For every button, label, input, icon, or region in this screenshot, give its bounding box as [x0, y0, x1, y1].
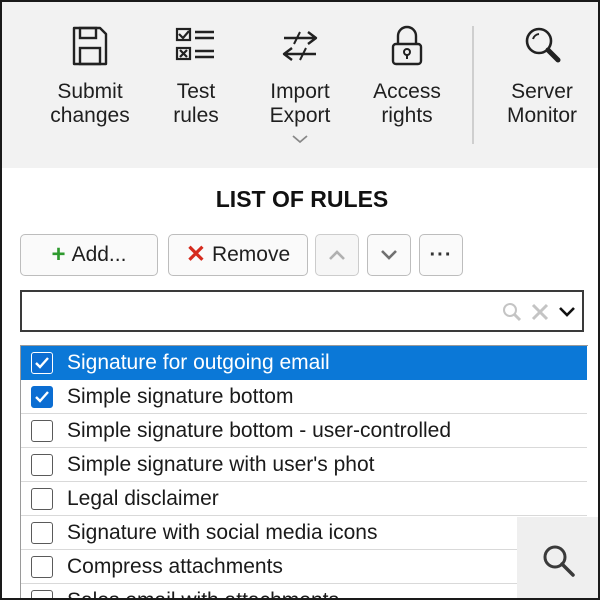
- search-box: [20, 290, 584, 332]
- chevron-down-icon: [381, 250, 397, 260]
- server-monitor-button[interactable]: Server Monitor: [502, 22, 582, 128]
- rule-checkbox[interactable]: [31, 521, 53, 544]
- import-export-arrows-icon: [282, 31, 318, 61]
- rule-checkbox[interactable]: [31, 589, 53, 598]
- access-rights-button[interactable]: Access rights: [364, 22, 450, 128]
- rule-label: Signature with social media icons: [67, 520, 378, 544]
- rule-label: Simple signature bottom: [67, 384, 294, 408]
- magnifier-icon: [525, 27, 561, 63]
- list-item[interactable]: Sales email with attachments: [21, 584, 587, 600]
- rule-checkbox[interactable]: [31, 453, 53, 476]
- chevron-down-icon[interactable]: [291, 134, 309, 144]
- submit-changes-label: Submit changes: [50, 80, 130, 127]
- rule-label: Sales email with attachments: [67, 588, 339, 600]
- test-rules-label: Test rules: [173, 80, 219, 127]
- import-export-label: Import Export: [269, 80, 331, 127]
- page-title: LIST OF RULES: [215, 186, 389, 212]
- rule-label: Legal disclaimer: [67, 486, 219, 510]
- list-item[interactable]: Signature for outgoing email: [21, 346, 587, 380]
- remove-label: Remove: [211, 243, 291, 266]
- zoom-search-button[interactable]: [517, 517, 598, 598]
- rule-checkbox[interactable]: [31, 487, 53, 510]
- ribbon-toolbar: Submit changes Test rules Import Export: [2, 2, 598, 168]
- access-rights-label: Access rights: [373, 80, 441, 127]
- list-item[interactable]: Compress attachments: [21, 550, 587, 584]
- rule-label: Compress attachments: [67, 554, 283, 578]
- plus-icon: +: [51, 241, 66, 268]
- rule-checkbox[interactable]: [31, 385, 53, 408]
- list-item[interactable]: Legal disclaimer: [21, 482, 587, 516]
- submit-changes-button[interactable]: Submit changes: [48, 22, 132, 128]
- search-input[interactable]: [28, 298, 498, 324]
- rule-label: Signature for outgoing email: [67, 350, 330, 374]
- remove-rule-button[interactable]: ✕ Remove: [168, 234, 308, 276]
- floppy-disk-icon: [72, 26, 108, 66]
- list-item[interactable]: Simple signature with user's phot: [21, 448, 587, 482]
- rule-checkbox[interactable]: [31, 351, 53, 374]
- chevron-up-icon: [329, 250, 345, 260]
- move-down-button[interactable]: [367, 234, 411, 276]
- list-item[interactable]: Simple signature bottom - user-controlle…: [21, 414, 587, 448]
- rule-checkbox[interactable]: [31, 419, 53, 442]
- list-item[interactable]: Signature with social media icons: [21, 516, 587, 550]
- move-up-button[interactable]: [315, 234, 359, 276]
- checklist-icon: [175, 27, 214, 61]
- more-label: ···: [429, 243, 453, 266]
- chevron-down-icon[interactable]: [558, 305, 576, 319]
- checkmark-icon: [35, 390, 49, 403]
- test-rules-button[interactable]: Test rules: [160, 22, 232, 128]
- app-window: Submit changes Test rules Import Export: [0, 0, 600, 600]
- rules-list: Signature for outgoing email Simple signa…: [20, 345, 588, 600]
- rule-label: Simple signature with user's phot: [67, 452, 375, 476]
- rule-label: Simple signature bottom - user-controlle…: [67, 418, 452, 442]
- import-export-button[interactable]: Import Export: [262, 22, 338, 144]
- magnifier-icon: [543, 545, 575, 577]
- search-icon: [503, 303, 522, 322]
- more-options-button[interactable]: ···: [419, 234, 463, 276]
- add-rule-button[interactable]: + Add...: [20, 234, 158, 276]
- list-item[interactable]: Simple signature bottom: [21, 380, 587, 414]
- checkmark-icon: [35, 356, 49, 369]
- padlock-icon: [391, 25, 423, 66]
- clear-icon[interactable]: [530, 302, 550, 322]
- rule-checkbox[interactable]: [31, 555, 53, 578]
- server-monitor-label: Server Monitor: [506, 80, 578, 127]
- close-icon: ✕: [185, 241, 206, 268]
- ribbon-separator: [472, 26, 474, 144]
- add-label: Add...: [71, 243, 127, 266]
